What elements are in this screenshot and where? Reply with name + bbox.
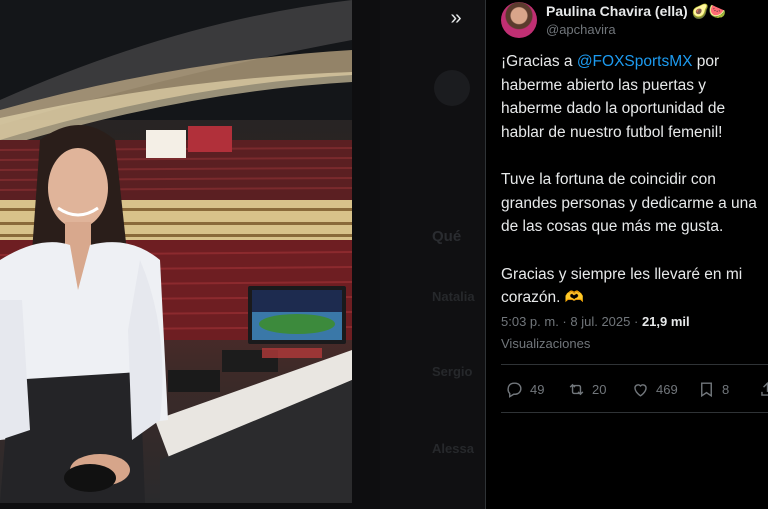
divider: [501, 364, 768, 365]
bookmark-button[interactable]: 8: [697, 380, 729, 399]
post-meta: 5:03 p. m. · 8 jul. 2025 · 21,9 mil: [501, 314, 690, 329]
post-date[interactable]: 8 jul. 2025: [570, 314, 630, 329]
share-button[interactable]: [758, 380, 768, 399]
views-count: 21,9 mil: [641, 314, 690, 329]
ghost-item: Natalia: [432, 289, 475, 304]
ghost-item: Sergio: [432, 364, 473, 379]
heart-icon: [634, 384, 647, 397]
post-time[interactable]: 5:03 p. m.: [501, 314, 559, 329]
bookmark-icon: [701, 382, 712, 398]
stadium-photo: [0, 0, 352, 503]
reply-count: 49: [530, 382, 545, 397]
meta-separator: ·: [558, 314, 571, 329]
post-paragraph: ¡Gracias a @FOXSportsMX por haberme abie…: [501, 50, 763, 144]
expand-panel-button[interactable]: »: [440, 4, 472, 32]
author-name-text: Paulina Chavira (ella): [546, 3, 688, 19]
author-emoji: 🥑🍉: [691, 3, 727, 19]
views-label: Visualizaciones: [501, 336, 591, 351]
author-name[interactable]: Paulina Chavira (ella) 🥑🍉: [546, 3, 726, 20]
repost-icon: [569, 383, 584, 396]
repost-button[interactable]: 20: [567, 380, 606, 399]
background-sidebar: Qué Natalia Sergio Alessa: [380, 0, 485, 509]
share-icon: [761, 382, 768, 396]
mention-link[interactable]: @FOXSportsMX: [577, 53, 693, 70]
author-handle[interactable]: @apchavira: [546, 22, 616, 37]
post-paragraph: Tuve la fortuna de coincidir con grandes…: [501, 171, 757, 235]
reply-button[interactable]: 49: [505, 380, 544, 399]
double-chevron-right-icon: »: [450, 6, 462, 29]
post-text-fragment: ¡Gracias a: [501, 53, 577, 70]
post-text: ¡Gracias a @FOXSportsMX por haberme abie…: [501, 50, 763, 334]
repost-count: 20: [592, 382, 607, 397]
like-button[interactable]: 469: [631, 380, 678, 399]
post-detail-panel: Paulina Chavira (ella) 🥑🍉 @apchavira ¡Gr…: [485, 0, 768, 509]
avatar[interactable]: [501, 2, 537, 38]
reply-icon: [507, 382, 522, 398]
action-bar: 49 20 469 8: [501, 380, 768, 404]
media-photo[interactable]: [0, 0, 352, 503]
ghost-heading: Qué: [432, 228, 462, 245]
ghost-avatar: [434, 70, 470, 106]
divider: [501, 412, 768, 413]
meta-separator: ·: [630, 314, 642, 329]
bookmark-count: 8: [722, 382, 730, 397]
post-paragraph: Gracias y siempre les llevaré en mi cora…: [501, 265, 743, 307]
ghost-item: Alessa: [432, 441, 474, 456]
like-count: 469: [656, 382, 678, 397]
